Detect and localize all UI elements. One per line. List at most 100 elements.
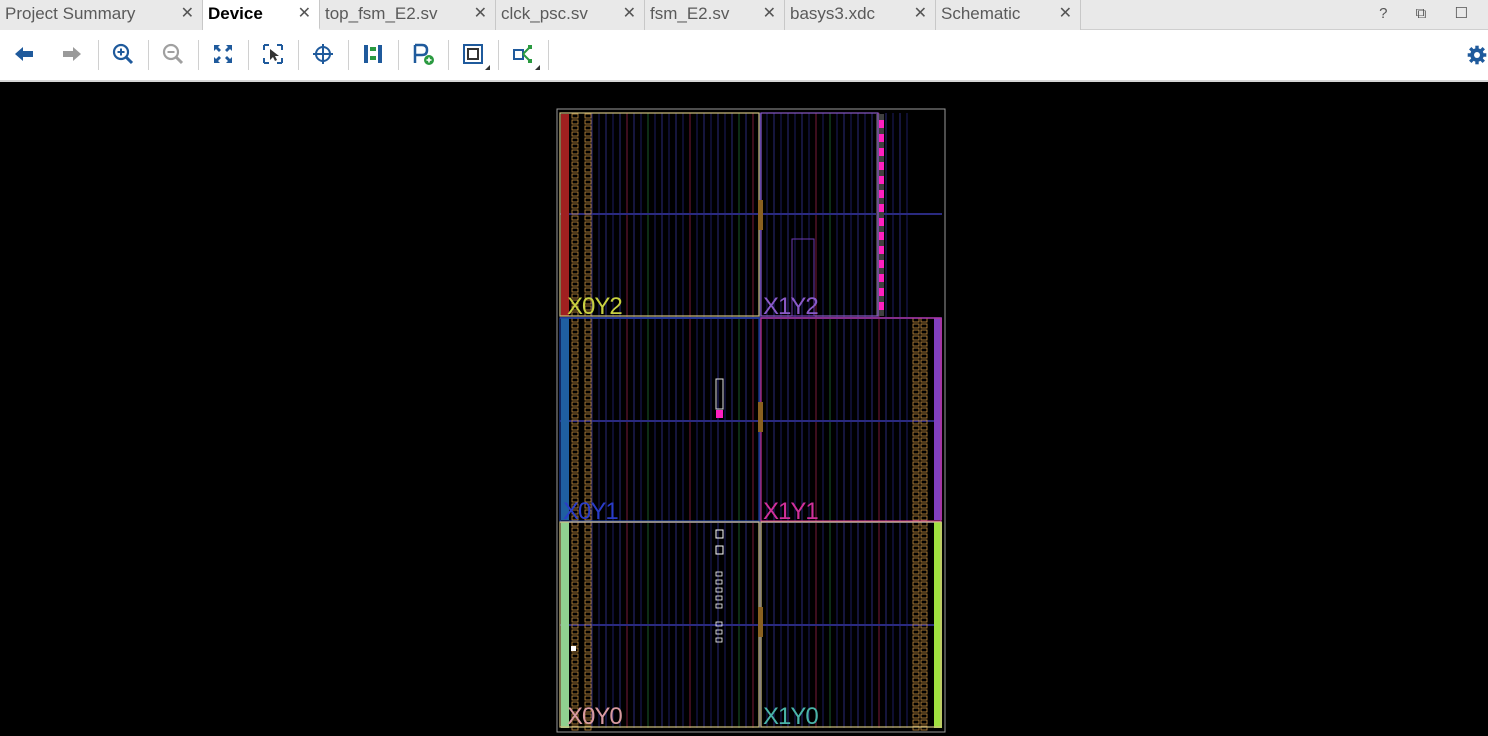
zoom-fit-icon	[214, 45, 232, 63]
io-tile	[912, 557, 920, 563]
io-tile	[571, 599, 579, 605]
io-tile	[920, 449, 928, 455]
io-pin	[879, 204, 884, 212]
io-tile	[920, 617, 928, 623]
io-tile	[584, 383, 592, 389]
close-icon[interactable]: ✕	[298, 3, 311, 23]
zoom-fit-button[interactable]	[210, 41, 236, 67]
back-button[interactable]	[11, 41, 37, 67]
io-tile	[920, 431, 928, 437]
tab-project-summary[interactable]: Project Summary ✕	[0, 0, 203, 30]
toolbar-separator	[248, 40, 249, 70]
tab-label: basys3.xdc	[790, 4, 876, 23]
maximize-icon[interactable]: ☐	[1455, 4, 1478, 22]
settings-button[interactable]	[1466, 44, 1488, 66]
forward-button[interactable]	[59, 41, 85, 67]
io-tile	[584, 131, 592, 137]
io-tile	[584, 641, 592, 647]
io-tile	[912, 581, 920, 587]
io-tile	[920, 647, 928, 653]
auto-fit-button[interactable]	[310, 41, 336, 67]
io-tile	[571, 653, 579, 659]
io-tile	[912, 569, 920, 575]
io-tile	[571, 659, 579, 665]
io-pin	[879, 120, 884, 128]
io-tile	[920, 551, 928, 557]
io-tile	[571, 383, 579, 389]
tab-basys3-xdc[interactable]: basys3.xdc ✕	[785, 0, 936, 30]
io-tile	[912, 533, 920, 539]
io-tile	[920, 473, 928, 479]
routing-resources-button[interactable]	[360, 41, 386, 67]
zoom-selection-button[interactable]	[260, 41, 286, 67]
tab-clck-psc[interactable]: clck_psc.sv ✕	[496, 0, 645, 30]
io-tile	[584, 125, 592, 131]
zoom-in-button[interactable]	[110, 41, 136, 67]
io-tile	[912, 497, 920, 503]
tab-fsm-e2[interactable]: fsm_E2.sv ✕	[645, 0, 785, 30]
io-pin	[879, 288, 884, 296]
restore-icon[interactable]: ⧉	[1416, 5, 1437, 22]
close-icon[interactable]: ✕	[1059, 3, 1072, 23]
io-tile	[584, 227, 592, 233]
io-tile	[912, 707, 920, 713]
io-pin	[879, 232, 884, 240]
io-tile	[571, 131, 579, 137]
close-icon[interactable]: ✕	[763, 3, 776, 23]
io-tile	[571, 257, 579, 263]
placed-cell	[715, 378, 724, 410]
io-tile	[584, 665, 592, 671]
io-pin	[879, 176, 884, 184]
io-tile	[912, 503, 920, 509]
io-tile	[920, 371, 928, 377]
tab-device[interactable]: Device ✕	[203, 0, 320, 30]
io-tile	[584, 425, 592, 431]
io-tile	[920, 377, 928, 383]
io-tile	[584, 275, 592, 281]
io-tile	[571, 359, 579, 365]
tab-schematic[interactable]: Schematic ✕	[936, 0, 1081, 30]
auto-fit-crosshair-icon	[313, 44, 333, 64]
device-floorplan[interactable]	[0, 82, 1488, 736]
io-tile	[584, 683, 592, 689]
io-tile	[571, 431, 579, 437]
tab-top-fsm-e2[interactable]: top_fsm_E2.sv ✕	[320, 0, 496, 30]
close-icon[interactable]: ✕	[914, 3, 927, 23]
help-icon[interactable]: ?	[1379, 5, 1397, 22]
net-display-button[interactable]	[510, 41, 540, 70]
io-tile	[912, 695, 920, 701]
dropdown-indicator-icon	[535, 65, 540, 70]
device-view-options-button[interactable]	[460, 41, 490, 70]
io-tile	[912, 653, 920, 659]
io-tile	[571, 425, 579, 431]
io-tile	[571, 353, 579, 359]
io-tile	[571, 125, 579, 131]
device-canvas[interactable]: X0Y2 X1Y2 X0Y1 X1Y1 X0Y0 X1Y0	[0, 82, 1488, 736]
io-tile	[584, 221, 592, 227]
io-tile	[920, 641, 928, 647]
io-tile	[571, 587, 579, 593]
io-tile	[920, 539, 928, 545]
io-tile	[571, 473, 579, 479]
close-icon[interactable]: ✕	[623, 3, 636, 23]
io-tile	[584, 113, 592, 119]
io-tile	[912, 509, 920, 515]
toolbar-separator	[148, 40, 149, 70]
forward-arrow-icon	[63, 47, 81, 61]
io-tile	[584, 257, 592, 263]
io-tile	[584, 563, 592, 569]
close-icon[interactable]: ✕	[181, 3, 194, 23]
io-tile	[571, 167, 579, 173]
io-pin	[879, 218, 884, 226]
tab-label: Schematic	[941, 4, 1021, 23]
io-tile	[571, 671, 579, 677]
zoom-out-button[interactable]	[160, 41, 186, 67]
io-tile	[584, 143, 592, 149]
add-pblock-button[interactable]	[410, 41, 436, 67]
io-tile	[920, 455, 928, 461]
io-pin	[879, 190, 884, 198]
close-icon[interactable]: ✕	[474, 3, 487, 23]
io-tile	[920, 479, 928, 485]
io-tile	[912, 671, 920, 677]
io-tile	[584, 437, 592, 443]
